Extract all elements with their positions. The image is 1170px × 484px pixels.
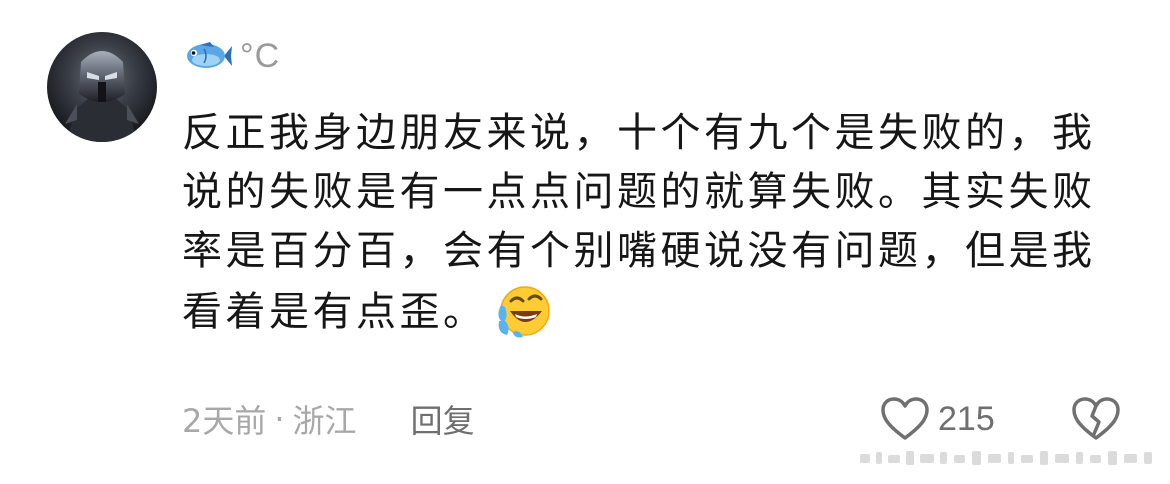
username-row[interactable]: °C: [184, 34, 280, 78]
comment-location: 浙江: [292, 402, 357, 440]
comment-line: 看着是有点歪。: [182, 289, 487, 335]
watermark-strip: [858, 446, 1158, 470]
comment-text: 反正我身边朋友来说，十个有九个是失败的，我 说的失败是有一点点问题的就算失败。其…: [182, 104, 1112, 340]
comment-line: 反正我身边朋友来说，十个有九个是失败的，我: [182, 110, 1096, 156]
comment-item: °C 反正我身边朋友来说，十个有九个是失败的，我 说的失败是有一点点问题的就算失…: [0, 0, 1170, 484]
comment-meta: 2天前 · 浙江 回复: [182, 394, 475, 444]
comment-line: 说的失败是有一点点问题的就算失败。其实失败: [182, 169, 1096, 215]
reply-button[interactable]: 回复: [411, 396, 475, 442]
fish-icon: [184, 41, 232, 71]
like-button[interactable]: 215: [880, 394, 995, 444]
like-count: 215: [938, 399, 995, 438]
comment-last-line: 看着是有点歪。: [182, 281, 1112, 339]
meta-separator: ·: [274, 400, 285, 438]
dislike-button[interactable]: [1071, 396, 1121, 442]
armored-figure-avatar-icon: [65, 51, 139, 142]
comment-time: 2天前: [182, 402, 267, 440]
user-avatar[interactable]: [47, 32, 157, 142]
laughing-crying-emoji-icon: [493, 281, 553, 341]
comment-line: 率是百分百，会有个别嘴硬说没有问题，但是我: [182, 228, 1096, 274]
username: °C: [240, 36, 281, 75]
broken-heart-icon: [1072, 397, 1120, 440]
heart-outline-icon: [880, 396, 930, 442]
